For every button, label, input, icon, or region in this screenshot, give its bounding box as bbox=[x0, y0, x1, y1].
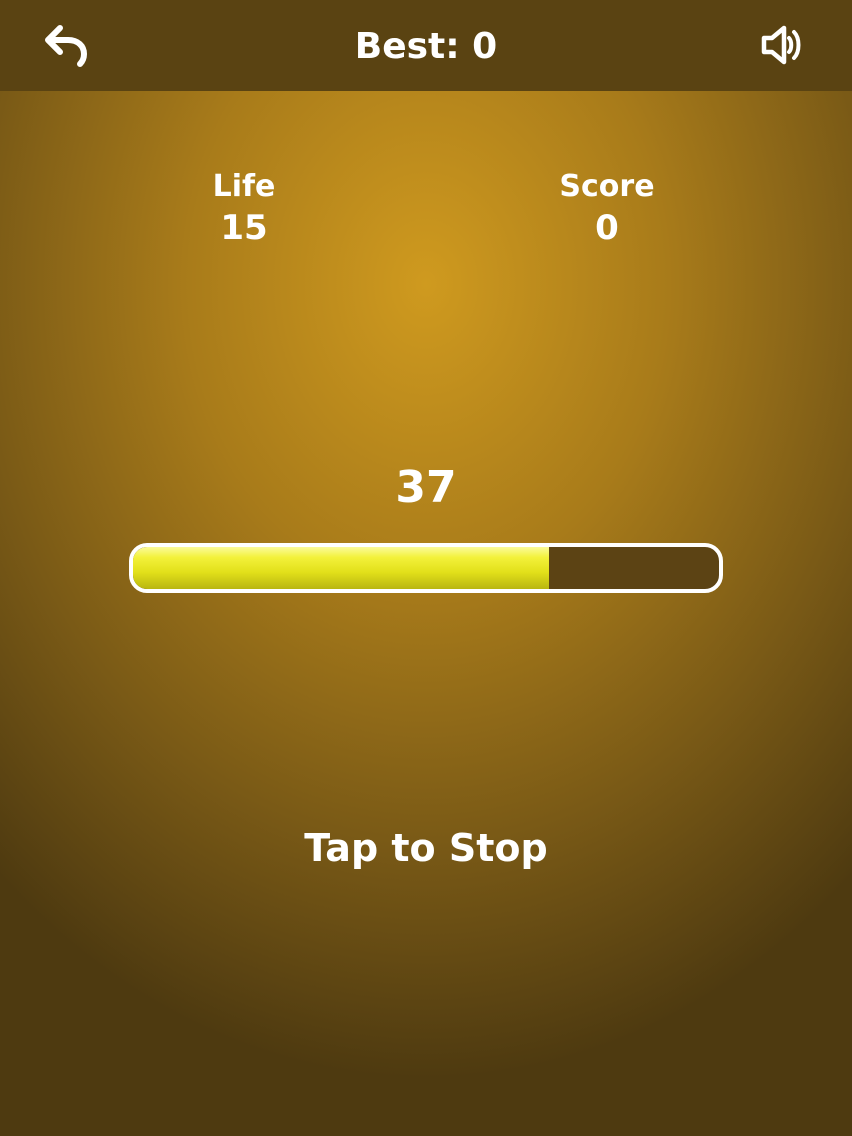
best-score: Best: 0 bbox=[354, 26, 498, 67]
undo-arrow-icon bbox=[45, 25, 87, 67]
score-stat: Score 0 bbox=[507, 168, 707, 250]
life-stat: Life 15 bbox=[144, 168, 344, 250]
top-bar: Best: 0 bbox=[0, 0, 852, 91]
score-label: Score bbox=[559, 169, 655, 204]
life-value: 15 bbox=[220, 208, 268, 248]
power-bar bbox=[129, 543, 723, 593]
power-bar-fill bbox=[133, 547, 550, 589]
sound-button[interactable] bbox=[752, 16, 812, 74]
back-button[interactable] bbox=[36, 16, 96, 74]
power-counter: 37 bbox=[395, 462, 457, 513]
tap-to-stop-prompt[interactable]: Tap to Stop bbox=[176, 820, 676, 876]
life-label: Life bbox=[212, 169, 276, 204]
score-value: 0 bbox=[595, 208, 619, 248]
speaker-volume-icon bbox=[761, 25, 801, 65]
